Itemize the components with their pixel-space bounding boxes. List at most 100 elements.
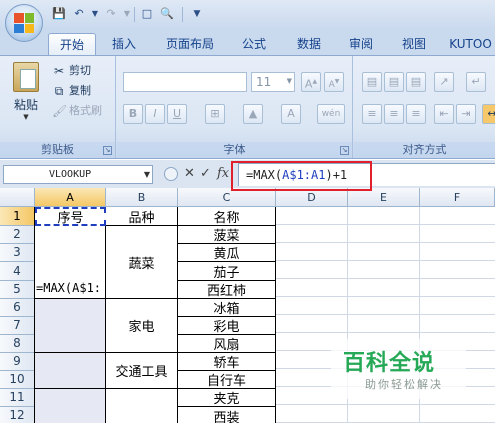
- redo-icon[interactable]: ↷: [104, 7, 118, 21]
- phonetic-button[interactable]: wén: [317, 104, 345, 124]
- chevron-down-icon: ▼: [286, 77, 292, 85]
- cell-a2-merged[interactable]: =MAX(A$1:: [35, 226, 106, 299]
- save-icon[interactable]: 💾: [52, 7, 66, 21]
- cell-a1[interactable]: 序号: [35, 207, 106, 226]
- borders-button[interactable]: ⊞: [205, 104, 225, 124]
- underline-button[interactable]: U: [167, 104, 187, 124]
- align-center-button[interactable]: ≡: [384, 104, 404, 124]
- cell-c6[interactable]: 冰箱: [178, 299, 276, 317]
- cell-a9-merged[interactable]: [35, 353, 106, 389]
- alignment-group: ▤ ▤ ▤ ↗ ↵ ≡ ≡ ≡ ⇤ ⇥ ↔ 对齐方式: [354, 56, 495, 158]
- redo-dropdown-icon[interactable]: ▼: [120, 7, 134, 21]
- format-painter-button[interactable]: 🖌 格式刷: [52, 102, 102, 120]
- cell-c12[interactable]: 西装: [178, 407, 276, 423]
- cell-c11[interactable]: 夹克: [178, 389, 276, 407]
- shrink-font-button[interactable]: A▼: [324, 72, 344, 92]
- tab-data[interactable]: 数据: [285, 33, 333, 56]
- fill-color-button[interactable]: ▲: [243, 104, 263, 124]
- cancel-icon[interactable]: ✕: [184, 166, 195, 182]
- ribbon-tabs: 开始 插入 页面布局 公式 数据 审阅 视图 KUTOO: [0, 30, 495, 56]
- cut-button[interactable]: ✂ 剪切: [52, 62, 91, 80]
- cell-b9-merged[interactable]: 交通工具: [106, 353, 178, 389]
- customize-qat-icon[interactable]: ▼: [190, 7, 204, 21]
- decrease-indent-button[interactable]: ⇤: [434, 104, 454, 124]
- row-header-5[interactable]: 5: [0, 281, 35, 299]
- copy-button[interactable]: ⧉ 复制: [52, 82, 91, 100]
- tab-page-layout[interactable]: 页面布局: [154, 33, 226, 56]
- merge-center-button[interactable]: ↔: [482, 104, 495, 124]
- cell-c3[interactable]: 黄瓜: [178, 244, 276, 262]
- row-header-12[interactable]: 12: [0, 407, 35, 423]
- font-group-label: 字体: [117, 142, 352, 158]
- insert-function-icon[interactable]: fx: [217, 166, 229, 182]
- row-header-6[interactable]: 6: [0, 299, 35, 317]
- formula-highlight-box: [231, 161, 372, 191]
- row-header-2[interactable]: 2: [0, 226, 35, 244]
- align-middle-button[interactable]: ▤: [384, 72, 404, 92]
- cell-a11-merged[interactable]: [35, 389, 106, 423]
- tab-view[interactable]: 视图: [390, 33, 438, 56]
- column-header-b[interactable]: B: [106, 188, 178, 207]
- tab-home[interactable]: 开始: [48, 33, 96, 56]
- cell-c2[interactable]: 菠菜: [178, 226, 276, 244]
- scissors-icon: ✂: [53, 64, 65, 78]
- paintbrush-icon: 🖌: [52, 104, 68, 118]
- align-bottom-button[interactable]: ▤: [406, 72, 426, 92]
- print-preview-icon[interactable]: 🔍: [160, 7, 174, 21]
- cell-a6-merged[interactable]: [35, 299, 106, 353]
- font-size-select[interactable]: 11 ▼: [251, 72, 295, 92]
- row-header-8[interactable]: 8: [0, 335, 35, 353]
- row-header-7[interactable]: 7: [0, 317, 35, 335]
- cell-b11-merged[interactable]: [106, 389, 178, 423]
- tab-kutoo[interactable]: KUTOO: [443, 33, 495, 56]
- font-name-select[interactable]: [123, 72, 247, 92]
- cell-c4[interactable]: 茄子: [178, 262, 276, 281]
- align-left-button[interactable]: ≡: [362, 104, 382, 124]
- row-header-10[interactable]: 10: [0, 371, 35, 389]
- increase-indent-button[interactable]: ⇥: [456, 104, 476, 124]
- tab-review[interactable]: 审阅: [337, 33, 385, 56]
- office-button[interactable]: [5, 4, 43, 42]
- name-box-dropdown-icon[interactable]: ▼: [141, 165, 153, 184]
- font-launcher-icon[interactable]: ↘: [340, 146, 349, 155]
- cell-c5[interactable]: 西红柿: [178, 281, 276, 299]
- grow-font-button[interactable]: A▲: [301, 72, 321, 92]
- cell-c9[interactable]: 轿车: [178, 353, 276, 371]
- undo-dropdown-icon[interactable]: ▼: [88, 7, 102, 21]
- wrap-text-button[interactable]: ↵: [466, 72, 486, 92]
- cell-c7[interactable]: 彩电: [178, 317, 276, 335]
- table-left-border: [34, 207, 35, 423]
- name-box[interactable]: VLOOKUP: [3, 165, 153, 184]
- row-header-11[interactable]: 11: [0, 389, 35, 407]
- cell-b1[interactable]: 品种: [106, 207, 178, 226]
- paste-button[interactable]: 粘贴 ▼: [8, 60, 44, 130]
- align-top-button[interactable]: ▤: [362, 72, 382, 92]
- clipboard-group-label: 剪贴板: [0, 142, 115, 158]
- select-all-corner[interactable]: [0, 188, 35, 207]
- new-document-icon[interactable]: □: [140, 7, 154, 21]
- bold-button[interactable]: B: [123, 104, 143, 124]
- orientation-button[interactable]: ↗: [434, 72, 454, 92]
- align-right-button[interactable]: ≡: [406, 104, 426, 124]
- cell-b2-merged[interactable]: 蔬菜: [106, 226, 178, 299]
- row-header-4[interactable]: 4: [0, 262, 35, 281]
- office-logo-icon: [14, 13, 34, 33]
- column-header-a[interactable]: A: [35, 188, 106, 207]
- row-header-9[interactable]: 9: [0, 353, 35, 371]
- font-size-value: 11: [256, 75, 272, 89]
- font-color-button[interactable]: A: [281, 104, 301, 124]
- undo-icon[interactable]: ↶: [72, 7, 86, 21]
- row-header-1[interactable]: 1: [0, 207, 35, 226]
- italic-button[interactable]: I: [145, 104, 165, 124]
- tab-formulas[interactable]: 公式: [230, 33, 278, 56]
- enter-icon[interactable]: ✓: [200, 166, 211, 182]
- column-header-f[interactable]: F: [420, 188, 495, 207]
- clipboard-launcher-icon[interactable]: ↘: [103, 146, 112, 155]
- cell-c8[interactable]: 风扇: [178, 335, 276, 353]
- watermark-title: 百科全说: [343, 351, 436, 376]
- cell-b6-merged[interactable]: 家电: [106, 299, 178, 353]
- row-header-3[interactable]: 3: [0, 244, 35, 262]
- cell-c10[interactable]: 自行车: [178, 371, 276, 389]
- cell-c1[interactable]: 名称: [178, 207, 276, 226]
- tab-insert[interactable]: 插入: [100, 33, 148, 56]
